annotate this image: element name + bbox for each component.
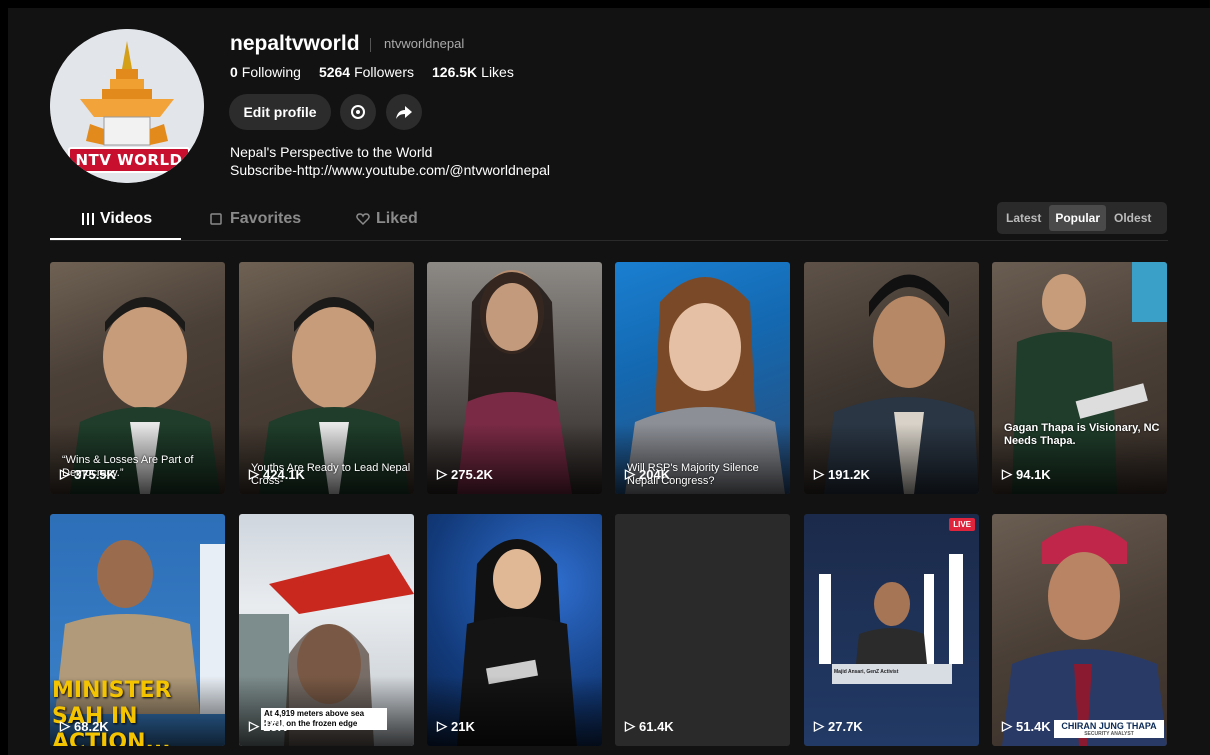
play-icon: ▷	[1002, 718, 1012, 733]
video-views: ▷ 204K	[625, 466, 671, 482]
video-tile[interactable]: At 4,919 meters above sea level, on the …	[239, 514, 414, 746]
play-icon: ▷	[1002, 466, 1012, 481]
play-icon: ▷	[60, 718, 70, 733]
tab-label: Videos	[100, 210, 153, 227]
followers-label: Followers	[354, 64, 414, 80]
lower-third-title: SECURITY ANALYST	[1084, 731, 1134, 737]
play-icon: ▷	[60, 466, 70, 481]
following-stat[interactable]: 0 Following	[230, 64, 301, 80]
edit-profile-button[interactable]: Edit profile	[229, 94, 331, 130]
bio-link[interactable]: Subscribe-http://www.youtube.com/@ntvwor…	[230, 161, 550, 179]
play-icon: ▷	[249, 718, 259, 733]
tab-divider	[50, 240, 1168, 241]
share-icon	[396, 106, 412, 119]
bio-line-1: Nepal's Perspective to the World	[230, 144, 433, 160]
tab-videos[interactable]: Videos	[82, 210, 152, 228]
video-tile[interactable]: Gagan Thapa is Visionary, NC Needs Thapa…	[992, 262, 1167, 494]
sort-oldest[interactable]: Oldest	[1108, 205, 1157, 231]
video-tile[interactable]: ▷ 275.2K	[427, 262, 602, 494]
sort-popular[interactable]: Popular	[1049, 205, 1107, 231]
profile-stats: 0 Following 5264 Followers 126.5K Likes	[230, 64, 514, 80]
likes-stat: 126.5K Likes	[432, 64, 514, 80]
video-tile[interactable]: CHIRAN JUNG THAPA SECURITY ANALYST ▷ 51.4K	[992, 514, 1167, 746]
play-icon: ▷	[249, 466, 259, 481]
heart-icon	[356, 213, 370, 226]
live-badge: LIVE	[949, 518, 975, 531]
tab-liked[interactable]: Liked	[356, 210, 418, 228]
gear-icon	[351, 105, 365, 119]
video-tile[interactable]: ▷ 21K	[427, 514, 602, 746]
video-views: ▷ 68.2K	[60, 718, 109, 734]
tab-label: Liked	[376, 210, 418, 227]
play-icon: ▷	[437, 466, 447, 481]
followers-stat[interactable]: 5264 Followers	[319, 64, 414, 80]
video-views: ▷ 27.7K	[814, 718, 863, 734]
followers-count: 5264	[318, 64, 351, 80]
username: nepaltvworld	[230, 32, 360, 55]
likes-label: Likes	[481, 64, 514, 80]
video-tile[interactable]: ▷ 61.4K	[615, 514, 790, 746]
video-views: ▷ 191.2K	[814, 466, 870, 482]
video-caption: MINISTER SAH IN ACTION...	[52, 678, 172, 746]
lower-third-name: CHIRAN JUNG THAPA	[1061, 721, 1157, 731]
avatar-logo-text: NTV WORLD	[68, 147, 190, 173]
bio: Nepal's Perspective to the World Subscri…	[230, 143, 550, 179]
bookmark-icon	[210, 213, 222, 225]
video-views: ▷ 61.4K	[625, 718, 674, 734]
video-views: ▷ 275.2K	[437, 466, 493, 482]
play-icon: ▷	[625, 466, 635, 481]
divider	[370, 38, 371, 52]
video-views: ▷ 21K	[437, 718, 475, 734]
avatar[interactable]: NTV WORLD	[50, 29, 204, 183]
settings-button[interactable]	[340, 94, 376, 130]
video-views: ▷ 375.5K	[60, 466, 116, 482]
video-tile[interactable]: MINISTER SAH IN ACTION... ▷ 68.2K	[50, 514, 225, 746]
video-caption: Gagan Thapa is Visionary, NC Needs Thapa…	[1004, 422, 1160, 447]
tab-label: Favorites	[230, 210, 302, 227]
video-tile[interactable]: ▷ 191.2K	[804, 262, 979, 494]
play-icon: ▷	[814, 466, 824, 481]
video-caption: Majid Ansari, GenZ Activist	[834, 669, 899, 675]
video-tile[interactable]: Majid Ansari, GenZ Activist LIVE ▷ 27.7K	[804, 514, 979, 746]
lower-third: CHIRAN JUNG THAPA SECURITY ANALYST	[1054, 720, 1164, 738]
video-tile[interactable]: “Wins & Losses Are Part of Democracy.” ▷…	[50, 262, 225, 494]
handle: ntvworldnepal	[384, 36, 465, 51]
video-views: ▷ 15K	[249, 718, 287, 734]
play-icon: ▷	[814, 718, 824, 733]
video-tile[interactable]: Youths Are Ready to Lead Nepal Cross- ▷ 4…	[239, 262, 414, 494]
play-icon: ▷	[437, 718, 447, 733]
grid-icon	[82, 213, 94, 225]
video-views: ▷ 424.1K	[249, 466, 305, 482]
sort-toggle: Latest Popular Oldest	[997, 202, 1167, 234]
play-icon: ▷	[625, 718, 635, 733]
video-tile[interactable]: Will RSP's Majority Silence Nepali Congr…	[615, 262, 790, 494]
following-count: 0	[230, 64, 238, 80]
likes-count: 126.5K	[432, 64, 478, 80]
sort-latest[interactable]: Latest	[1000, 205, 1047, 231]
share-button[interactable]	[386, 94, 422, 130]
tab-favorites[interactable]: Favorites	[210, 210, 301, 228]
video-views: ▷ 51.4K	[1002, 718, 1051, 734]
profile-page: NTV WORLD nepaltvworld ntvworldnepal 0 Fo…	[8, 8, 1210, 755]
following-label: Following	[241, 64, 301, 80]
video-views: ▷ 94.1K	[1002, 466, 1051, 482]
